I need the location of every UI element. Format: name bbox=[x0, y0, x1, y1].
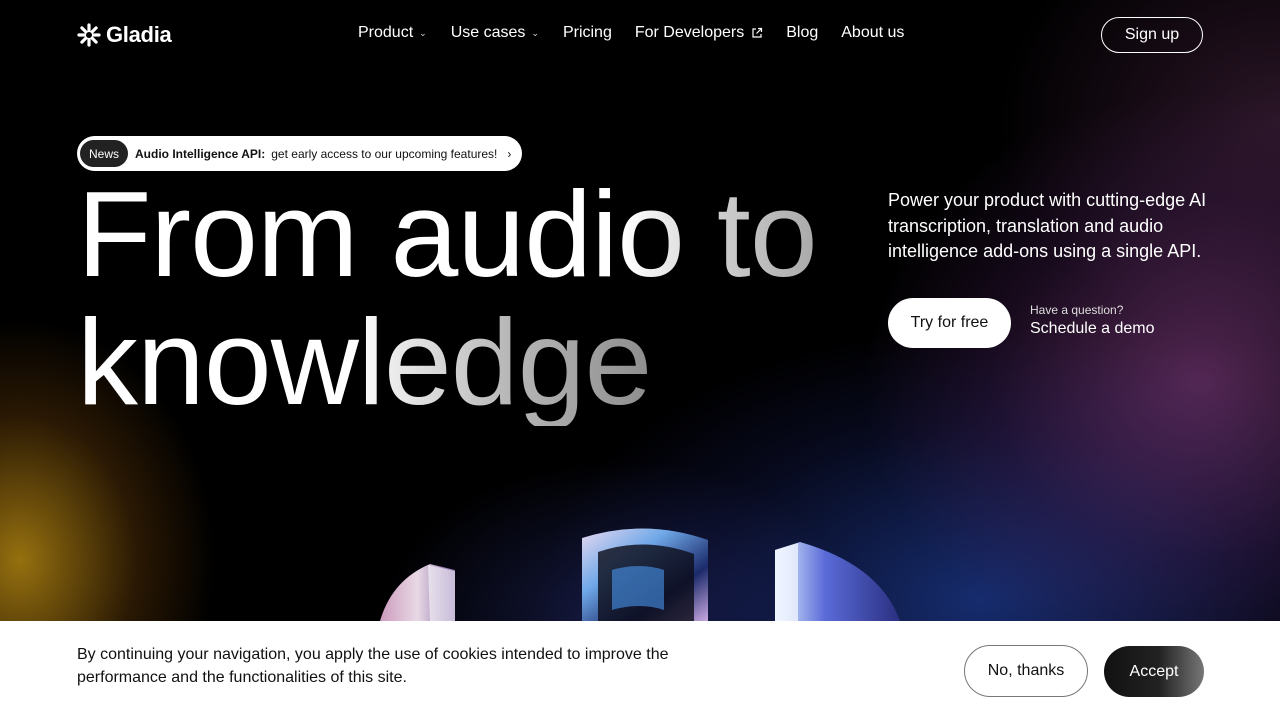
headline-line-1: From audio to bbox=[77, 170, 857, 298]
nav-item-label: For Developers bbox=[634, 24, 745, 41]
question-label: Have a question? bbox=[1030, 303, 1124, 317]
glass-shapes-illustration bbox=[380, 528, 900, 621]
nav-item-blog[interactable]: Blog bbox=[786, 24, 818, 42]
nav-item-product[interactable]: Product ⌄ bbox=[358, 24, 427, 42]
gladia-logo-icon bbox=[77, 23, 101, 47]
gladia-logo[interactable]: Gladia bbox=[77, 22, 172, 48]
main-menu: Product ⌄ Use cases ⌄ Pricing For Develo… bbox=[358, 24, 904, 42]
nav-item-label: About us bbox=[841, 24, 905, 41]
news-text: get early access to our upcoming feature… bbox=[271, 146, 498, 161]
news-title: Audio Intelligence API: bbox=[135, 146, 266, 161]
hero-tagline: Power your product with cutting-edge AI … bbox=[888, 190, 1207, 261]
chevron-down-icon: ⌄ bbox=[419, 27, 427, 38]
nav-item-label: Use cases bbox=[450, 24, 526, 41]
nav-item-for-developers[interactable]: For Developers bbox=[635, 24, 763, 42]
external-link-icon bbox=[752, 27, 763, 38]
chevron-down-icon: ⌄ bbox=[531, 27, 539, 38]
nav-item-pricing[interactable]: Pricing bbox=[563, 24, 612, 42]
accept-cookies-button[interactable]: Accept bbox=[1104, 646, 1204, 697]
schedule-demo-link[interactable]: Schedule a demo bbox=[1030, 320, 1155, 338]
nav-item-label: Product bbox=[358, 24, 414, 41]
cookie-banner: By continuing your navigation, you apply… bbox=[0, 621, 1280, 720]
sign-up-button[interactable]: Sign up bbox=[1101, 17, 1203, 53]
nav-item-label: Blog bbox=[786, 24, 819, 41]
cookie-message: By continuing your navigation, you apply… bbox=[77, 646, 669, 686]
news-tag: News bbox=[80, 140, 129, 167]
try-for-free-button[interactable]: Try for free bbox=[888, 298, 1011, 348]
nav-item-label: Pricing bbox=[562, 24, 612, 41]
top-navigation: Gladia Product ⌄ Use cases ⌄ Pricing For… bbox=[0, 0, 1280, 68]
nav-item-about-us[interactable]: About us bbox=[841, 24, 904, 42]
headline-line-2: knowledge bbox=[77, 298, 857, 426]
hero-headline: From audio to knowledge bbox=[77, 170, 857, 426]
logo-text: Gladia bbox=[106, 22, 172, 47]
chevron-right-icon: › bbox=[507, 146, 512, 161]
decline-cookies-button[interactable]: No, thanks bbox=[964, 645, 1088, 697]
nav-item-use-cases[interactable]: Use cases ⌄ bbox=[451, 24, 539, 42]
